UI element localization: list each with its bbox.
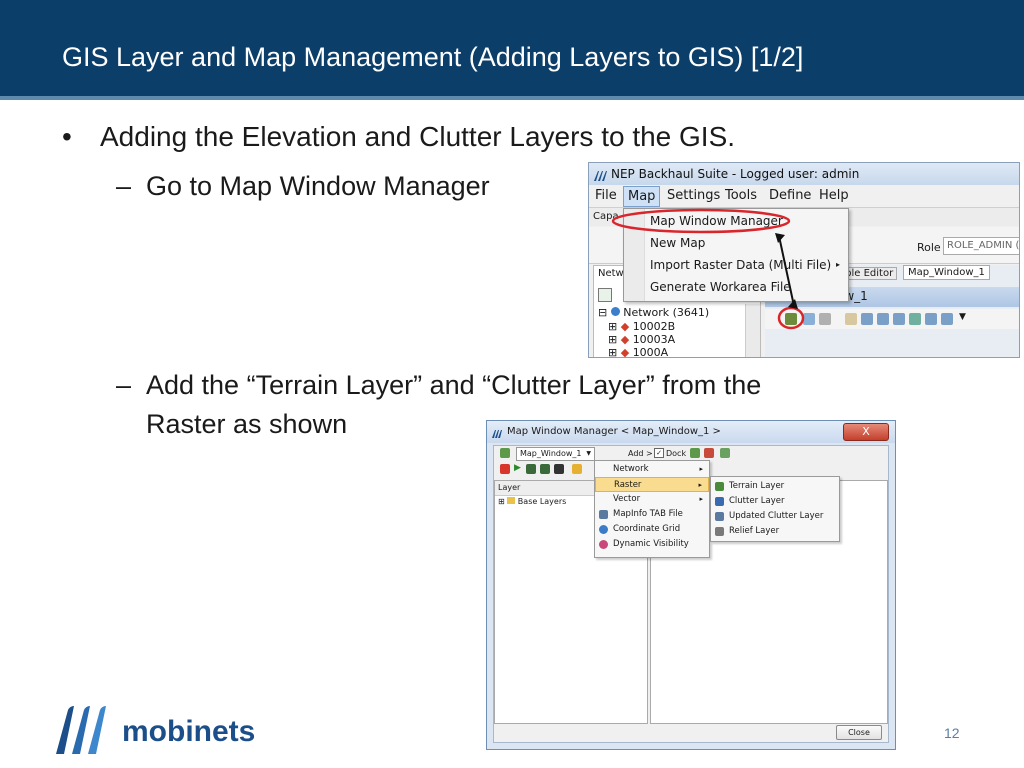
visibility-icon <box>599 540 608 549</box>
expand-icon[interactable] <box>526 464 536 474</box>
bullet-marker: • <box>62 121 72 152</box>
sub-bullet-add-layers-line2: Raster as shown <box>146 409 348 439</box>
map-select[interactable]: Map_Window_1 ▼ <box>516 447 595 461</box>
submenu-arrow-icon: ▸ <box>698 481 702 489</box>
sub-bullet-add-layers-line1: Add the “Terrain Layer” and “Clutter Lay… <box>146 370 762 400</box>
folder-icon <box>507 497 516 504</box>
terrain-icon <box>715 482 724 491</box>
collapse-icon[interactable] <box>540 464 550 474</box>
menu-item-updated-clutter[interactable]: Updated Clutter Layer <box>711 509 839 524</box>
dash-marker-2: – <box>116 370 132 400</box>
raster-submenu: Terrain Layer Clutter Layer Updated Clut… <box>710 476 840 542</box>
bullet-adding-layers: Adding the Elevation and Clutter Layers … <box>100 121 736 152</box>
dialog-body: Map_Window_1 ▼ Add > ✓ Dock ▶ Layer ⊞ Bas… <box>493 445 889 743</box>
slide-title: GIS Layer and Map Management (Adding Lay… <box>62 42 804 72</box>
highlight-ellipse-menu <box>611 208 791 234</box>
menu-item-relief-layer[interactable]: Relief Layer <box>711 524 839 539</box>
add-menu-button[interactable]: Add > <box>628 449 653 458</box>
chevron-down-icon: ▼ <box>586 450 591 457</box>
slide-header: GIS Layer and Map Management (Adding Lay… <box>0 0 1024 100</box>
submenu-arrow-icon: ▸ <box>699 495 703 503</box>
mobinets-logo-icon <box>54 704 114 756</box>
screenshot-nep-backhaul: NEP Backhaul Suite - Logged user: admin … <box>588 162 1020 358</box>
tree-node-base-layers[interactable]: ⊞ Base Layers <box>498 497 566 506</box>
folder-icon[interactable] <box>572 464 582 474</box>
menu-item-coordinate-grid[interactable]: Coordinate Grid <box>595 522 709 537</box>
updated-clutter-icon <box>715 512 724 521</box>
annotation-overlay <box>611 208 805 330</box>
dock-checkbox[interactable]: ✓ <box>654 448 664 458</box>
dialog-titlebar: Map Window Manager < Map_Window_1 > X <box>487 421 895 443</box>
menu-item-terrain-layer[interactable]: Terrain Layer <box>711 479 839 494</box>
menu-item-dynamic-visibility[interactable]: Dynamic Visibility <box>595 537 709 552</box>
relief-icon <box>715 527 724 536</box>
menu-item-mapinfo-tab[interactable]: MapInfo TAB File <box>595 507 709 522</box>
map-icon[interactable] <box>500 448 510 458</box>
menu-item-network[interactable]: Network ▸ <box>595 462 709 477</box>
properties-icon[interactable] <box>720 448 730 458</box>
layer-add-icon[interactable] <box>690 448 700 458</box>
logo-wordmark: mobinets <box>122 715 256 748</box>
refresh-icon[interactable] <box>500 464 510 474</box>
menu-item-clutter-layer[interactable]: Clutter Layer <box>711 494 839 509</box>
add-menu-dropdown: Network ▸ Raster ▸ Vector ▸ MapInfo TAB Fil… <box>594 460 710 558</box>
delete-icon[interactable] <box>554 464 564 474</box>
dash-marker-1: – <box>116 171 132 201</box>
dialog-title: Map Window Manager < Map_Window_1 > <box>507 426 721 437</box>
menu-item-vector[interactable]: Vector ▸ <box>595 492 709 507</box>
clutter-icon <box>715 497 724 506</box>
submenu-arrow-icon: ▸ <box>699 465 703 473</box>
page-number: 12 <box>944 725 960 741</box>
close-window-button[interactable]: X <box>843 423 889 441</box>
globe-icon <box>599 525 608 534</box>
close-button[interactable]: Close <box>836 725 882 740</box>
play-icon[interactable]: ▶ <box>514 463 521 473</box>
highlight-ellipse-icon <box>777 306 805 330</box>
sub-bullet-map-window-manager: Go to Map Window Manager <box>146 171 490 201</box>
app-logo-icon <box>491 426 503 438</box>
map-window-manager-dialog: Map Window Manager < Map_Window_1 > X Ma… <box>486 420 896 750</box>
layer-remove-icon[interactable] <box>704 448 714 458</box>
menu-item-raster[interactable]: Raster ▸ <box>595 477 709 492</box>
tab-file-icon <box>599 510 608 519</box>
annotation-arrow <box>778 235 795 307</box>
dock-label: Dock <box>666 449 687 458</box>
